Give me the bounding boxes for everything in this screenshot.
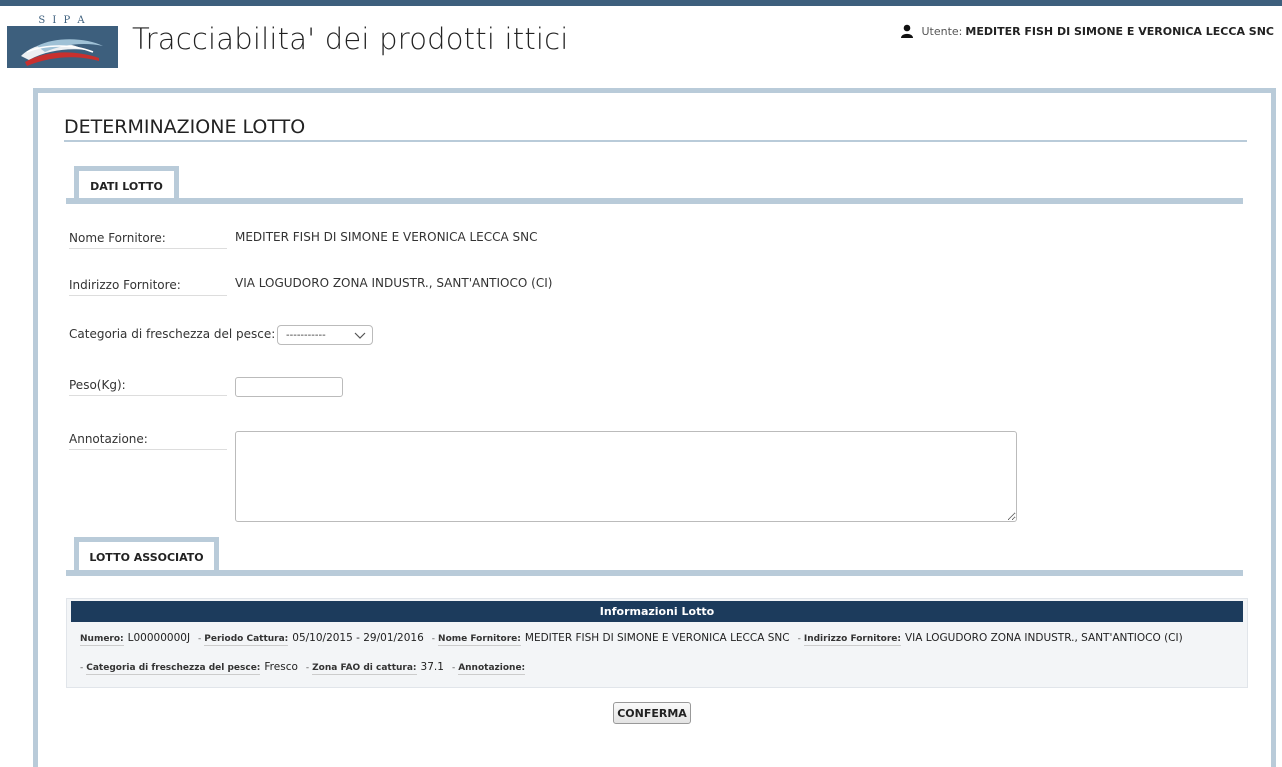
tab-dati-lotto-label: DATI LOTTO — [90, 180, 163, 193]
fish-logo-icon — [21, 39, 103, 66]
annotazione-textarea[interactable] — [235, 431, 1017, 522]
info-row-2: - Categoria di freschezza del pesce: Fre… — [71, 655, 537, 675]
categoria-freschezza-select[interactable]: ----------- — [277, 325, 373, 345]
separator: - — [451, 663, 456, 673]
numero-value: L00000000J — [127, 632, 191, 644]
nome-fornitore-value: MEDITER FISH DI SIMONE E VERONICA LECCA … — [524, 632, 790, 644]
user-name: MEDITER FISH DI SIMONE E VERONICA LECCA … — [965, 24, 1274, 38]
numero-label: Numero: — [80, 634, 124, 646]
top-accent-line — [0, 0, 1282, 6]
categoria-freschezza-value: Fresco — [264, 661, 298, 673]
user-icon — [900, 24, 913, 38]
sipa-logo: S I P A — [7, 14, 118, 68]
tab-dati-lotto-rule — [66, 198, 1243, 204]
indirizzo-fornitore-label: Indirizzo Fornitore: — [69, 278, 227, 296]
annotazione-label: Annotazione: — [458, 663, 526, 675]
tab-lotto-associato-rule — [66, 570, 1243, 576]
indirizzo-fornitore-value: VIA LOGUDORO ZONA INDUSTR., SANT'ANTIOCO… — [235, 276, 553, 290]
app-title: Tracciabilita' dei prodotti ittici — [132, 22, 569, 56]
informazioni-lotto-header: Informazioni Lotto — [71, 601, 1243, 622]
user-info: Utente: MEDITER FISH DI SIMONE E VERONIC… — [900, 24, 1274, 38]
separator: - — [431, 634, 436, 644]
info-row-1: Numero: L00000000J - Periodo Cattura: 05… — [71, 626, 1191, 646]
annotazione-label: Annotazione: — [69, 432, 227, 450]
nome-fornitore-value: MEDITER FISH DI SIMONE E VERONICA LECCA … — [235, 230, 538, 244]
separator: - — [80, 663, 84, 673]
separator: - — [305, 663, 310, 673]
zona-fao-value: 37.1 — [420, 661, 444, 673]
periodo-cattura-value: 05/10/2015 - 29/01/2016 — [292, 632, 424, 644]
indirizzo-fornitore-label: Indirizzo Fornitore: — [803, 634, 901, 646]
tab-lotto-associato-label: LOTTO ASSOCIATO — [89, 551, 204, 564]
nome-fornitore-label: Nome Fornitore: — [438, 634, 521, 646]
periodo-cattura-label: Periodo Cattura: — [204, 634, 289, 646]
separator: - — [797, 634, 801, 644]
logo-letters: S I P A — [38, 14, 87, 26]
tab-dati-lotto[interactable]: DATI LOTTO — [74, 166, 179, 202]
chevron-down-icon — [354, 332, 366, 339]
indirizzo-fornitore-value: VIA LOGUDORO ZONA INDUSTR., SANT'ANTIOCO… — [904, 632, 1183, 644]
peso-input[interactable] — [235, 377, 343, 397]
nome-fornitore-label: Nome Fornitore: — [69, 231, 227, 249]
separator: - — [198, 634, 202, 644]
user-label: Utente: — [921, 24, 963, 38]
categoria-freschezza-label: Categoria di freschezza del pesce: — [69, 327, 276, 341]
categoria-freschezza-label: Categoria di freschezza del pesce: — [86, 663, 261, 675]
categoria-freschezza-selected: ----------- — [286, 329, 326, 341]
conferma-button[interactable]: CONFERMA — [613, 702, 691, 724]
page-title: DETERMINAZIONE LOTTO — [64, 116, 306, 138]
peso-label: Peso(Kg): — [69, 378, 227, 396]
title-divider — [64, 140, 1247, 142]
tab-lotto-associato[interactable]: LOTTO ASSOCIATO — [74, 537, 219, 573]
zona-fao-label: Zona FAO di cattura: — [312, 663, 417, 675]
